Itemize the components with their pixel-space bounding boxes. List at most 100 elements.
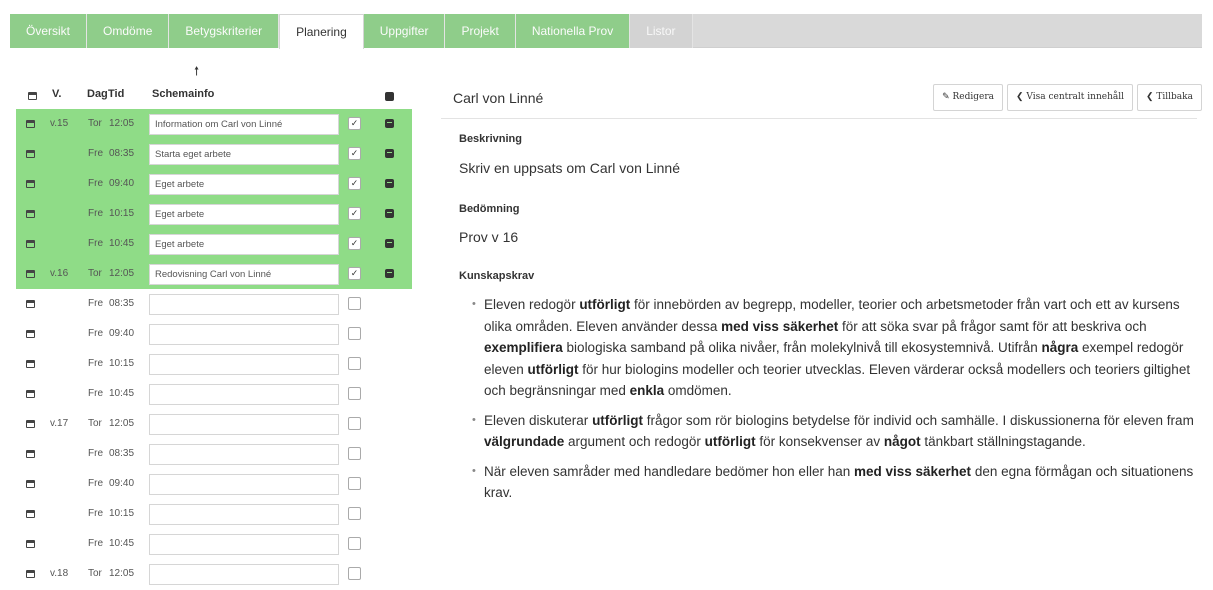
row-checkbox[interactable] xyxy=(348,327,361,340)
schedule-info-input[interactable] xyxy=(149,504,339,525)
table-row[interactable]: Fre 10:15 xyxy=(16,349,412,379)
show-central-content-button[interactable]: ❮ Visa centralt innehåll xyxy=(1007,84,1133,111)
col-header-week[interactable]: V. xyxy=(52,88,61,104)
table-row[interactable]: Fre 09:40 xyxy=(16,469,412,499)
row-checkbox[interactable] xyxy=(348,537,361,550)
row-checkbox[interactable] xyxy=(348,297,361,310)
calendar-icon[interactable] xyxy=(26,450,35,458)
table-row[interactable]: v.17 Tor 12:05 xyxy=(16,409,412,439)
tab-planering[interactable]: Planering xyxy=(279,14,364,49)
row-checkbox[interactable]: ✓ xyxy=(348,147,361,160)
schedule-info-input[interactable]: Starta eget arbete xyxy=(149,144,339,165)
calendar-icon[interactable] xyxy=(26,150,35,158)
table-row[interactable]: v.15 Tor 12:05 Information om Carl von Linn… xyxy=(16,109,412,139)
calendar-icon[interactable] xyxy=(26,360,35,368)
row-checkbox[interactable] xyxy=(348,447,361,460)
list-icon[interactable] xyxy=(385,119,394,128)
calendar-icon[interactable] xyxy=(26,570,35,578)
time-cell: 12:05 xyxy=(109,568,135,579)
schedule-info-input[interactable]: Redovisning Carl von Linné xyxy=(149,264,339,285)
schedule-info-input[interactable] xyxy=(149,564,339,585)
day-cell: Fre xyxy=(88,448,103,459)
schedule-info-input[interactable]: Eget arbete xyxy=(149,174,339,195)
schedule-info-input[interactable]: Eget arbete xyxy=(149,234,339,255)
calendar-icon[interactable] xyxy=(26,420,35,428)
time-cell: 12:05 xyxy=(109,118,135,129)
row-checkbox[interactable] xyxy=(348,387,361,400)
schedule-info-input[interactable] xyxy=(149,294,339,315)
row-checkbox[interactable] xyxy=(348,417,361,430)
row-checkbox[interactable]: ✓ xyxy=(348,177,361,190)
requirement-emphasis: välgrundade xyxy=(484,434,565,449)
table-row[interactable]: Fre 10:45 Eget arbete ✓ xyxy=(16,229,412,259)
list-icon[interactable] xyxy=(385,269,394,278)
row-checkbox[interactable]: ✓ xyxy=(348,267,361,280)
day-cell: Fre xyxy=(88,358,103,369)
schedule-info-input[interactable] xyxy=(149,384,339,405)
list-icon[interactable] xyxy=(385,209,394,218)
calendar-icon[interactable] xyxy=(26,540,35,548)
list-icon[interactable] xyxy=(385,239,394,248)
day-cell: Tor xyxy=(88,118,102,129)
table-row[interactable]: v.18 Tor 12:05 xyxy=(16,559,412,589)
tab-uppgifter[interactable]: Uppgifter xyxy=(363,14,446,48)
schedule-info-input[interactable] xyxy=(149,354,339,375)
col-header-info[interactable]: Schemainfo xyxy=(152,88,214,104)
schedule-info-input[interactable] xyxy=(149,414,339,435)
row-checkbox[interactable] xyxy=(348,357,361,370)
detail-toolbar: ✎ Redigera ❮ Visa centralt innehåll ❮ Ti… xyxy=(933,84,1202,111)
calendar-icon[interactable] xyxy=(26,240,35,248)
requirement-emphasis: utförligt xyxy=(704,434,756,449)
table-row[interactable]: Fre 09:40 Eget arbete ✓ xyxy=(16,169,412,199)
calendar-icon[interactable] xyxy=(26,480,35,488)
table-row[interactable]: Fre 10:15 Eget arbete ✓ xyxy=(16,199,412,229)
day-cell: Fre xyxy=(88,478,103,489)
calendar-icon[interactable] xyxy=(26,270,35,278)
tab-betygskriterier[interactable]: Betygskriterier xyxy=(169,14,280,48)
calendar-icon[interactable] xyxy=(26,120,35,128)
schedule-info-input[interactable] xyxy=(149,534,339,555)
schedule-info-input[interactable] xyxy=(149,324,339,345)
tab-projekt[interactable]: Projekt xyxy=(445,14,516,48)
table-row[interactable]: Fre 09:40 xyxy=(16,319,412,349)
schedule-info-input[interactable] xyxy=(149,444,339,465)
tab-omdöme[interactable]: Omdöme xyxy=(87,14,170,48)
tab-nationella-prov[interactable]: Nationella Prov xyxy=(515,14,631,48)
sort-arrow-icon[interactable]: 🠕 xyxy=(194,62,199,83)
schedule-info-input[interactable]: Eget arbete xyxy=(149,204,339,225)
col-header-day[interactable]: Dag xyxy=(87,88,108,104)
calendar-icon[interactable] xyxy=(26,390,35,398)
schedule-info-input[interactable]: Information om Carl von Linné xyxy=(149,114,339,135)
table-row[interactable]: v.16 Tor 12:05 Redovisning Carl von Linné ✓ xyxy=(16,259,412,289)
requirement-text: frågor som rör biologins betydelse för i… xyxy=(643,412,1194,428)
schedule-info-input[interactable] xyxy=(149,474,339,495)
row-checkbox[interactable] xyxy=(348,507,361,520)
calendar-icon[interactable] xyxy=(26,180,35,188)
col-header-time[interactable]: Tid xyxy=(108,88,124,104)
list-icon[interactable] xyxy=(385,179,394,188)
calendar-icon[interactable] xyxy=(26,210,35,218)
calendar-icon[interactable] xyxy=(26,300,35,308)
day-cell: Fre xyxy=(88,178,103,189)
table-row[interactable]: Fre 08:35 xyxy=(16,439,412,469)
table-row[interactable]: Fre 08:35 Starta eget arbete ✓ xyxy=(16,139,412,169)
edit-button[interactable]: ✎ Redigera xyxy=(933,84,1003,111)
table-row[interactable]: Fre 10:45 xyxy=(16,529,412,559)
row-checkbox[interactable] xyxy=(348,567,361,580)
table-row[interactable]: Fre 10:45 xyxy=(16,379,412,409)
row-checkbox[interactable] xyxy=(348,477,361,490)
list-icon[interactable] xyxy=(385,149,394,158)
table-row[interactable]: Fre 08:35 xyxy=(16,289,412,319)
row-checkbox[interactable]: ✓ xyxy=(348,237,361,250)
row-checkbox[interactable]: ✓ xyxy=(348,207,361,220)
tab-listor[interactable]: Listor xyxy=(630,14,693,48)
day-cell: Tor xyxy=(88,418,102,429)
tab-översikt[interactable]: Översikt xyxy=(10,14,88,48)
row-checkbox[interactable]: ✓ xyxy=(348,117,361,130)
calendar-icon[interactable] xyxy=(26,330,35,338)
time-cell: 12:05 xyxy=(109,268,135,279)
calendar-header-icon xyxy=(28,92,37,100)
back-button[interactable]: ❮ Tillbaka xyxy=(1137,84,1202,111)
table-row[interactable]: Fre 10:15 xyxy=(16,499,412,529)
calendar-icon[interactable] xyxy=(26,510,35,518)
